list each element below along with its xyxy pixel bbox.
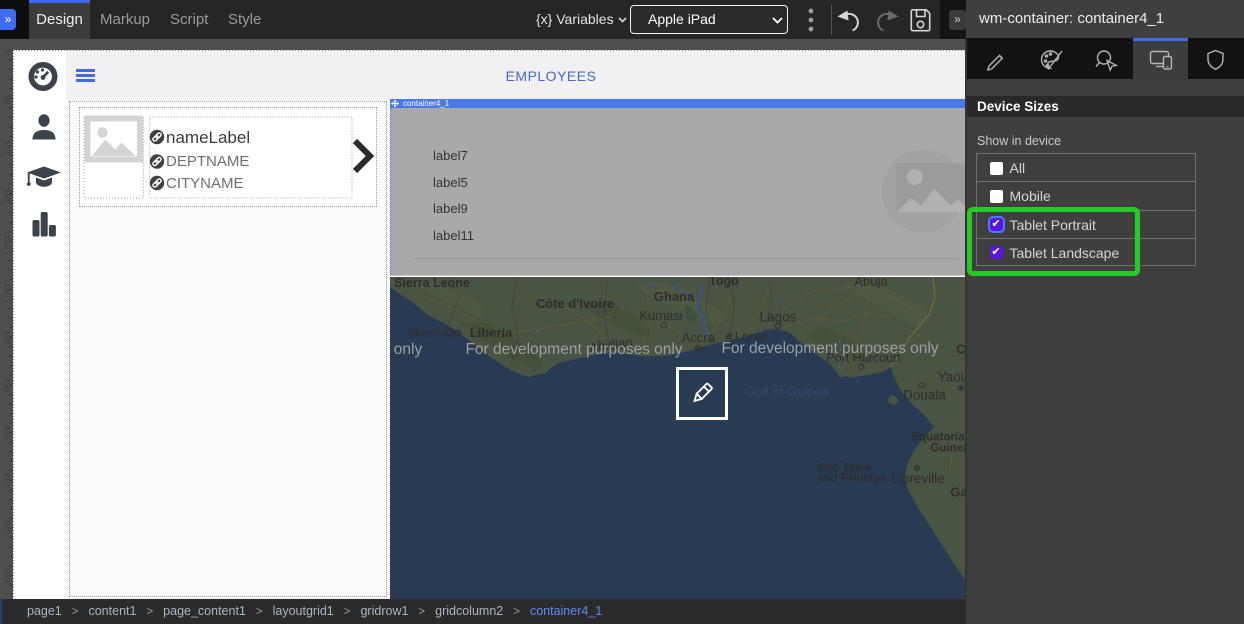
svg-text:Gulf of Guinea: Gulf of Guinea: [745, 384, 830, 399]
svg-text:Ghana: Ghana: [654, 289, 695, 304]
svg-text:and Príncipe: and Príncipe: [817, 473, 886, 485]
svg-text:Kumasi: Kumasi: [639, 308, 682, 323]
svg-text:Libreville: Libreville: [891, 471, 944, 486]
svg-text:Douala: Douala: [903, 388, 946, 403]
svg-text:Sierra Leone: Sierra Leone: [394, 277, 470, 290]
svg-text:For development purposes only: For development purposes only: [721, 340, 938, 357]
svg-text:Yaou: Yaou: [938, 370, 966, 385]
svg-text:Accra: Accra: [682, 330, 716, 345]
svg-text:Monrovia: Monrovia: [408, 328, 456, 340]
svg-text:Abuja: Abuja: [854, 277, 888, 289]
svg-text:only: only: [394, 341, 423, 358]
svg-text:Guinea: Guinea: [931, 443, 966, 455]
svg-text:Togo: Togo: [709, 277, 739, 288]
svg-text:For development purposes only: For development purposes only: [465, 341, 682, 358]
svg-text:Liberia: Liberia: [470, 325, 513, 340]
svg-text:Côte d'Ivoire: Côte d'Ivoire: [536, 296, 614, 311]
svg-text:Lagos: Lagos: [760, 310, 797, 325]
